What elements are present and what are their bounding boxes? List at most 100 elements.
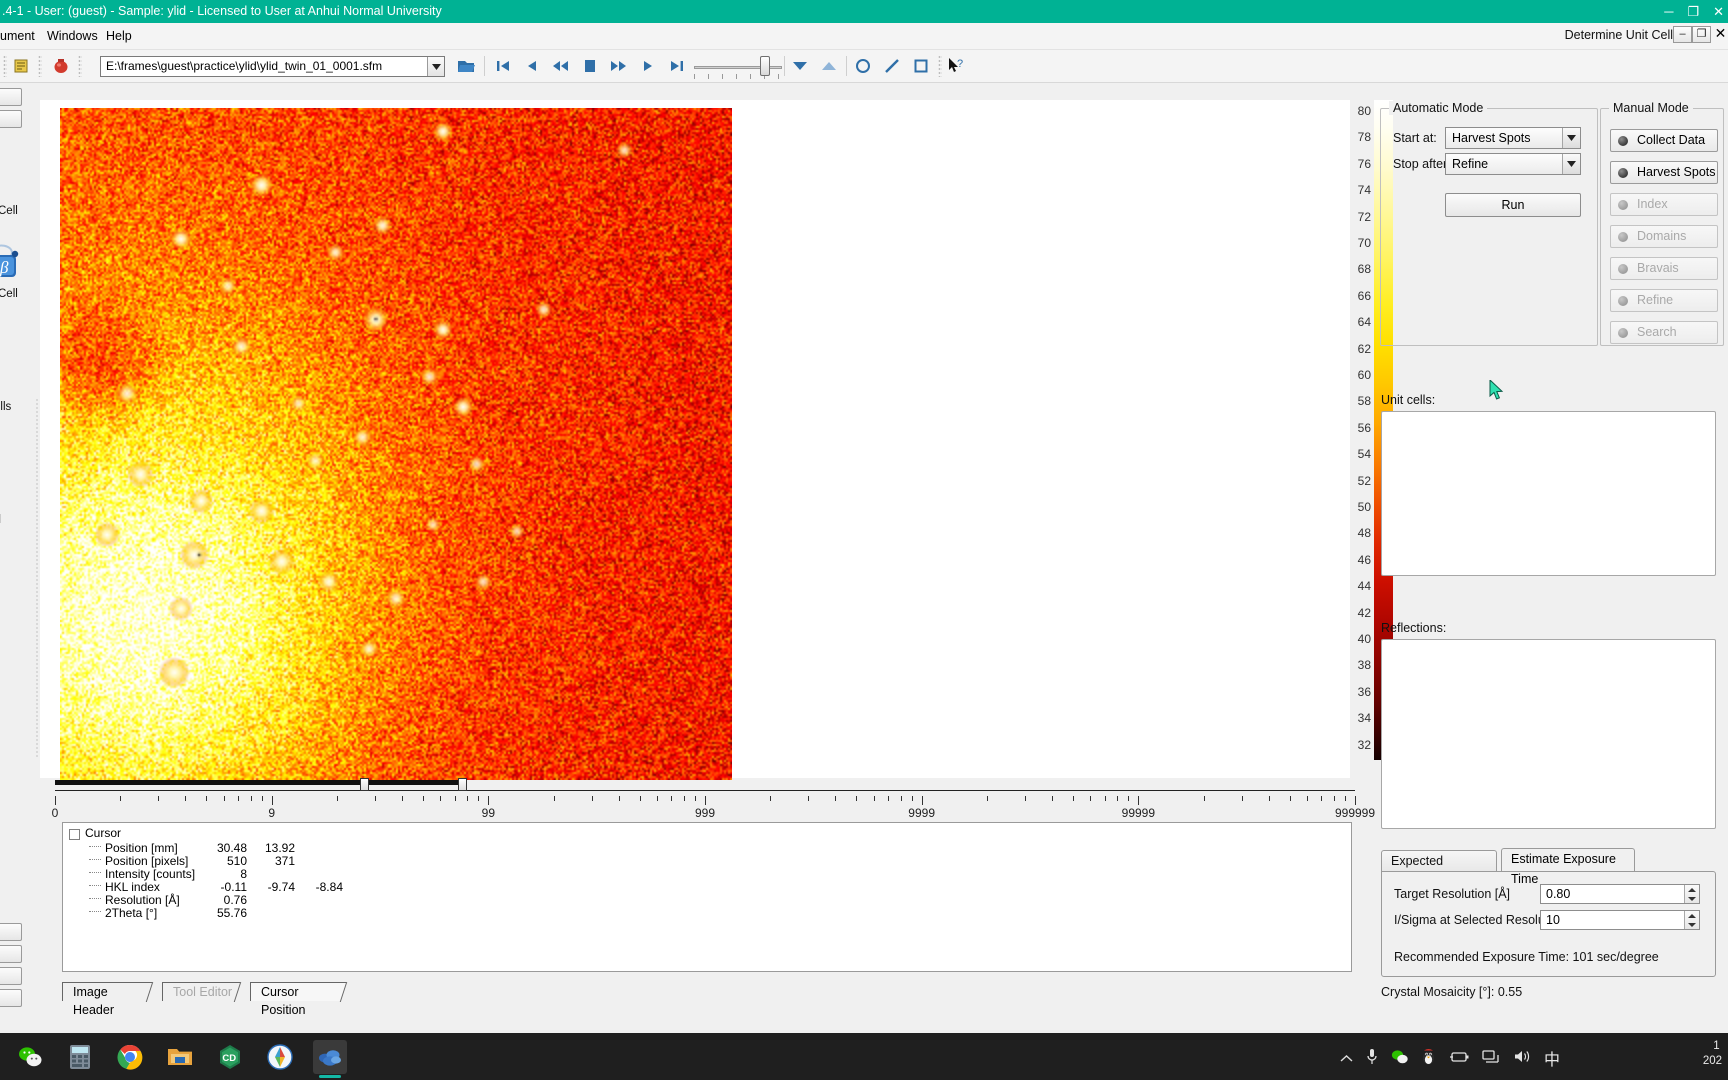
left-panel-button-6[interactable] [0,989,22,1007]
contrast-up-icon[interactable] [818,55,840,77]
toolbar-grip-2[interactable] [38,55,42,77]
intensity-scale-ruler[interactable]: 0 9 99 999 9999 99999 999999 [52,778,1375,820]
left-panel-button-5[interactable] [0,967,22,985]
volume-icon[interactable] [1513,1049,1531,1067]
contrast-down-icon[interactable] [789,55,811,77]
left-panel-button-3[interactable] [0,923,22,941]
calculator-icon[interactable] [63,1040,97,1074]
ruler-minor-tick [900,796,902,801]
cursor-position-pane[interactable]: Cursor Position [mm] 30.48 13.92 Position [… [62,822,1352,972]
microphone-icon[interactable] [1366,1048,1378,1068]
open-folder-icon[interactable] [455,55,477,77]
colorbar-label: 48 [1357,526,1371,541]
stop-after-combobox[interactable]: Refine [1445,153,1581,175]
frame-path-dropdown-button[interactable] [427,57,444,76]
wechat-tray-icon[interactable] [1391,1049,1408,1067]
stop-after-chevron-down-icon[interactable] [1562,154,1580,174]
toolbar-grip-3[interactable] [78,55,82,77]
file-explorer-icon[interactable] [163,1040,197,1074]
toolbar-grip-4[interactable] [938,55,942,77]
rewind-icon[interactable] [550,55,572,77]
ime-indicator[interactable]: 中 [1544,1046,1560,1070]
window-maximize-button[interactable]: ❐ [1687,0,1699,23]
stepper-up-icon[interactable] [1688,887,1696,892]
isigma-stepper[interactable] [1684,911,1699,929]
taskbar-clock[interactable]: 1 202 [1703,1039,1722,1069]
line-tool-icon[interactable] [881,55,903,77]
ruler-minor-tick [856,796,858,801]
box-tool-icon[interactable] [910,55,932,77]
isigma-stepper-down-icon[interactable] [1688,922,1696,927]
start-at-chevron-down-icon[interactable] [1562,128,1580,148]
left-panel-label-3: ells [0,401,12,413]
image-viewport[interactable] [40,100,1350,780]
help-pointer-icon[interactable]: ? [946,55,968,77]
tab-estimate-exposure-time[interactable]: Estimate Exposure Time [1501,848,1635,886]
mdi-minimize-button[interactable]: – [1673,26,1692,43]
isigma-input[interactable]: 10 [1540,910,1700,930]
manual-mode-legend: Manual Mode [1609,101,1693,115]
target-resolution-stepper[interactable] [1684,885,1699,903]
cursor-tree-checkbox[interactable] [69,829,80,840]
network-icon[interactable] [1482,1049,1500,1067]
frame-path-input[interactable]: E:\frames\guest\practice\ylid\ylid_twin_… [100,56,445,77]
run-button[interactable]: Run [1445,193,1581,217]
manual-mode-button-harvest-spots[interactable]: Harvest Spots [1610,161,1718,184]
fast-forward-icon[interactable] [608,55,630,77]
ruler-major-tick [1138,796,1140,805]
beta-crystal-icon: β [0,243,22,281]
mdi-restore-button[interactable]: ❐ [1692,26,1711,43]
toolbar-grip-1[interactable] [3,55,7,77]
circle-tool-icon[interactable] [852,55,874,77]
left-panel-button-4[interactable] [0,945,22,963]
status-dot-icon [1618,264,1628,274]
left-panel-button-1[interactable] [0,88,22,106]
colorbar-label: 76 [1357,156,1371,171]
target-resolution-input[interactable]: 0.80 [1540,884,1700,904]
tab-cursor-position[interactable]: Cursor Position [250,982,348,1017]
apex-app-icon[interactable] [313,1040,347,1078]
qq-penguin-icon[interactable] [1421,1048,1436,1068]
ruler-handle-min[interactable] [360,778,369,791]
cd-app-icon[interactable]: CD [213,1040,247,1074]
stop-icon[interactable] [579,55,601,77]
colorbar-label: 64 [1357,315,1371,330]
colorbar-label: 46 [1357,552,1371,567]
start-at-label: Start at: [1393,131,1437,145]
compass-app-icon[interactable] [263,1040,297,1074]
first-frame-icon[interactable] [492,55,514,77]
manual-mode-button-collect-data[interactable]: Collect Data [1610,129,1718,152]
chrome-icon[interactable] [113,1040,147,1074]
note-icon[interactable] [10,55,32,77]
reflections-listbox[interactable] [1381,639,1716,829]
start-at-combobox[interactable]: Harvest Spots [1445,127,1581,149]
wechat-icon[interactable] [13,1040,47,1074]
chevron-up-icon[interactable] [1340,1050,1353,1066]
stepper-down-icon[interactable] [1688,896,1696,901]
play-icon[interactable] [637,55,659,77]
ruler-handle-max[interactable] [458,778,467,791]
mdi-close-button[interactable]: ✕ [1711,26,1728,43]
battery-icon[interactable] [1449,1050,1469,1066]
isigma-stepper-up-icon[interactable] [1688,913,1696,918]
last-frame-icon[interactable] [666,55,688,77]
menu-item-document[interactable]: ument [0,27,41,45]
tab-expected-resolution[interactable]: Expected Resolution [1381,850,1497,888]
tree-dash [89,911,101,912]
menu-item-windows[interactable]: Windows [41,27,104,45]
window-minimize-button[interactable]: ─ [1664,0,1673,23]
left-panel-button-2[interactable] [0,110,22,128]
window-close-button[interactable]: ✕ [1713,0,1724,23]
menu-item-help[interactable]: Help [100,27,138,45]
tab-tool-editor[interactable]: Tool Editor [162,982,242,1001]
tab-image-header[interactable]: Image Header [62,982,154,1017]
prev-frame-icon[interactable] [521,55,543,77]
stop-record-icon[interactable] [50,55,72,77]
left-panel-splitter[interactable] [36,398,38,758]
colorbar-label: 80 [1357,104,1371,118]
diffraction-frame[interactable] [60,108,732,780]
unit-cells-listbox[interactable] [1381,411,1716,576]
frame-slider-thumb[interactable] [760,56,770,76]
toolbar-separator-2 [784,56,785,76]
cursor-info-value-2: -9.74 [267,880,295,894]
